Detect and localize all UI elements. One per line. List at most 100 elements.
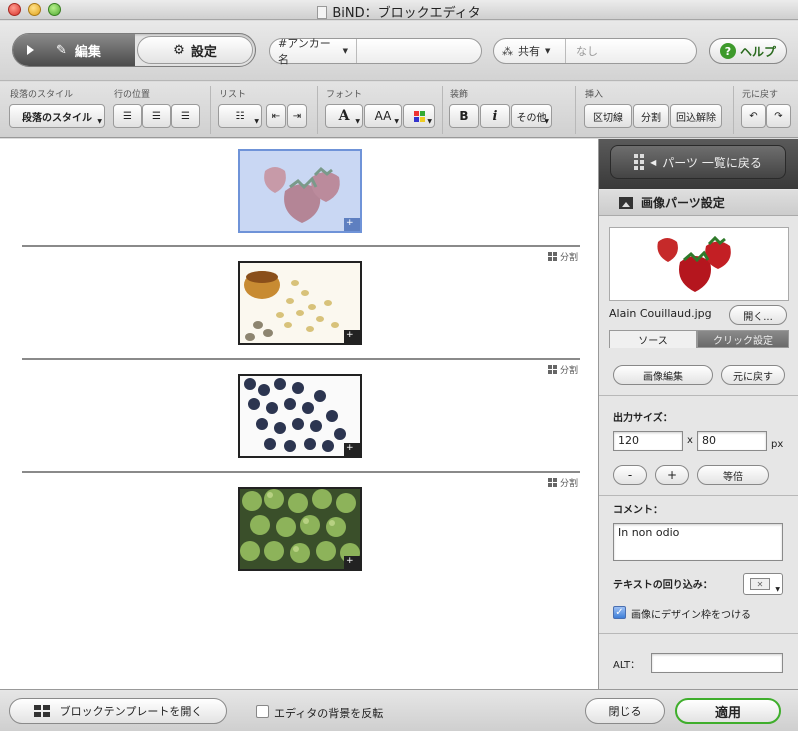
chevron-left-icon: ◀ bbox=[650, 157, 657, 167]
tab-click-settings[interactable]: クリック設定 bbox=[697, 330, 789, 348]
align-left-button[interactable]: ☰ bbox=[113, 104, 142, 128]
window-title: BiND：ブロックエディタ bbox=[0, 2, 798, 21]
align-center-icon: ☰ bbox=[152, 110, 161, 122]
editor-canvas[interactable]: + 分割 + 分割 + 分割 + bbox=[0, 139, 598, 689]
question-icon: ? bbox=[719, 43, 736, 59]
split-button[interactable]: 分割 bbox=[633, 104, 669, 128]
grid-icon bbox=[547, 252, 557, 261]
open-block-template-button[interactable]: ブロックテンプレートを開く bbox=[9, 698, 227, 724]
image-block[interactable]: + bbox=[22, 149, 580, 244]
grid-icon bbox=[634, 154, 645, 170]
image-block[interactable]: 分割 + bbox=[22, 471, 580, 583]
panel-header: ◀ パーツ 一覧に戻る bbox=[599, 139, 798, 189]
width-input[interactable]: 120 bbox=[613, 431, 683, 451]
redo-button[interactable]: ↷ bbox=[766, 104, 791, 128]
design-frame-checkbox[interactable]: ✓ bbox=[613, 606, 626, 619]
image-preview bbox=[609, 227, 789, 301]
undo-button[interactable]: ↶ bbox=[741, 104, 766, 128]
grains-image bbox=[240, 263, 360, 343]
resize-handle-icon[interactable]: + bbox=[344, 218, 360, 231]
split-block-button[interactable]: 分割 bbox=[547, 363, 578, 376]
alt-label: ALT： bbox=[613, 660, 641, 671]
chevron-down-icon: ▼ bbox=[394, 118, 399, 125]
alt-input[interactable] bbox=[651, 653, 783, 673]
share-dropdown[interactable]: ⁂ 共有 ▼ bbox=[494, 39, 566, 63]
indent-icon: ⇥ bbox=[292, 110, 302, 122]
paragraph-style-dropdown[interactable]: 段落のスタイル ▼ bbox=[9, 104, 105, 128]
comment-label: コメント： bbox=[613, 505, 663, 516]
font-size-dropdown[interactable]: AA ▼ bbox=[364, 104, 402, 128]
revert-button[interactable]: 元に戻す bbox=[721, 365, 785, 385]
invert-background-label: エディタの背景を反転 bbox=[274, 707, 384, 720]
image-thumbnail-selected[interactable]: + bbox=[238, 149, 362, 233]
size-separator: x bbox=[687, 435, 693, 446]
close-button[interactable]: 閉じる bbox=[585, 698, 665, 724]
align-center-button[interactable]: ☰ bbox=[142, 104, 171, 128]
divider bbox=[733, 86, 734, 134]
bold-button[interactable]: B bbox=[449, 104, 479, 128]
resize-handle-icon[interactable]: + bbox=[344, 443, 360, 456]
bottom-bar: ブロックテンプレートを開く エディタの背景を反転 閉じる 適用 bbox=[0, 689, 798, 731]
chevron-down-icon: ▼ bbox=[342, 47, 348, 55]
grid-icon bbox=[547, 478, 557, 487]
anchor-dropdown[interactable]: #アンカー名 ▼ bbox=[270, 37, 357, 66]
group-label-para-style: 段落のスタイル bbox=[10, 90, 74, 100]
resize-handle-icon[interactable]: + bbox=[344, 556, 360, 569]
increase-size-button[interactable]: + bbox=[655, 465, 689, 485]
panel-tabs: ソース クリック設定 bbox=[609, 330, 789, 348]
font-color-dropdown[interactable]: ▼ bbox=[403, 104, 435, 128]
font-face-dropdown[interactable]: A ▼ bbox=[325, 104, 363, 128]
unwrap-button[interactable]: 回込解除 bbox=[670, 104, 722, 128]
list-dropdown[interactable]: ☷ ▼ bbox=[218, 104, 262, 128]
actual-size-button[interactable]: 等倍 bbox=[697, 465, 769, 485]
apply-button[interactable]: 適用 bbox=[675, 698, 781, 724]
text-wrap-dropdown[interactable]: ✕ ▼ bbox=[743, 573, 783, 595]
invert-background-checkbox[interactable] bbox=[256, 705, 269, 718]
open-file-button[interactable]: 開く... bbox=[729, 305, 787, 325]
block-divider bbox=[22, 471, 580, 473]
group-label-insert: 挿入 bbox=[585, 90, 604, 100]
edit-image-button[interactable]: 画像編集 bbox=[613, 365, 713, 385]
italic-button[interactable]: i bbox=[480, 104, 510, 128]
tab-source[interactable]: ソース bbox=[609, 330, 697, 348]
mode-segmented-control: ✎ 編集 ⚙ 設定 bbox=[12, 33, 256, 67]
color-palette-icon bbox=[413, 110, 425, 122]
divider bbox=[317, 86, 318, 134]
other-decoration-dropdown[interactable]: その他 ▼ bbox=[511, 104, 552, 128]
height-input[interactable]: 80 bbox=[697, 431, 767, 451]
template-grid-icon bbox=[33, 705, 50, 717]
group-label-font: フォント bbox=[326, 90, 363, 100]
image-thumbnail[interactable]: + bbox=[238, 487, 362, 571]
group-label-undo: 元に戻す bbox=[742, 90, 779, 100]
section-break-button[interactable]: 区切線 bbox=[584, 104, 632, 128]
resize-handle-icon[interactable]: + bbox=[344, 330, 360, 343]
divider bbox=[442, 86, 443, 134]
help-button[interactable]: ? ヘルプ bbox=[709, 38, 787, 64]
image-block[interactable]: 分割 + bbox=[22, 245, 580, 357]
comment-textarea[interactable]: In non odio bbox=[613, 523, 783, 561]
indent-button[interactable]: ⇥ bbox=[287, 104, 307, 128]
document-icon bbox=[317, 6, 328, 19]
play-icon bbox=[27, 45, 34, 55]
grid-icon bbox=[547, 365, 557, 374]
image-thumbnail[interactable]: + bbox=[238, 374, 362, 458]
split-block-button[interactable]: 分割 bbox=[547, 250, 578, 263]
decrease-size-button[interactable]: - bbox=[613, 465, 647, 485]
split-block-button[interactable]: 分割 bbox=[547, 476, 578, 489]
image-block[interactable]: 分割 + bbox=[22, 358, 580, 470]
settings-mode-button[interactable]: ⚙ 設定 bbox=[137, 36, 253, 64]
back-to-parts-button[interactable]: ◀ パーツ 一覧に戻る bbox=[610, 145, 786, 179]
image-thumbnail[interactable]: + bbox=[238, 261, 362, 345]
text-wrap-label: テキストの回り込み： bbox=[613, 580, 713, 591]
edit-mode-button[interactable]: ✎ 編集 bbox=[13, 34, 135, 66]
image-filename: Alain Couillaud.jpg bbox=[609, 307, 712, 320]
chevron-down-icon: ▼ bbox=[97, 118, 102, 125]
chevron-down-icon: ▼ bbox=[427, 118, 432, 125]
outdent-button[interactable]: ⇤ bbox=[266, 104, 286, 128]
pencil-icon: ✎ bbox=[56, 42, 67, 58]
panel-title: 画像パーツ設定 bbox=[599, 190, 798, 216]
align-right-button[interactable]: ☰ bbox=[171, 104, 200, 128]
bullet-list-icon: ☷ bbox=[235, 110, 245, 122]
redo-icon: ↷ bbox=[774, 110, 783, 122]
unit-label: px bbox=[771, 439, 784, 450]
